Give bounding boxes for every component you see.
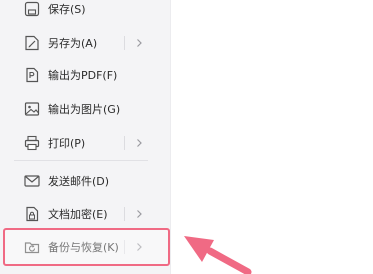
highlight-box (3, 228, 170, 266)
menu-item-label: 保存(S) (48, 3, 86, 16)
menu-item-label: 另存为(A) (48, 37, 98, 50)
menu-item-label: 输出为PDF(F) (48, 69, 118, 82)
menu-separator (14, 160, 148, 161)
menu-item-save-as[interactable]: 另存为(A) (0, 26, 170, 60)
menu-item-export-pdf[interactable]: 输出为PDF(F) (0, 58, 170, 92)
menu-item-label: 打印(P) (48, 137, 86, 150)
document-lock-icon (23, 205, 41, 223)
menu-item-save[interactable]: 保存(S) (0, 0, 170, 26)
menu-item-encrypt[interactable]: 文档加密(E) (0, 197, 170, 231)
pointer-arrow-icon (180, 228, 252, 274)
save-as-icon (23, 34, 41, 52)
submenu-divider (124, 136, 125, 150)
submenu-divider (124, 207, 125, 221)
image-icon (23, 100, 41, 118)
chevron-right-icon[interactable] (134, 138, 144, 148)
menu-item-label: 文档加密(E) (48, 208, 108, 221)
submenu-divider (124, 36, 125, 50)
menu-item-print[interactable]: 打印(P) (0, 126, 170, 160)
chevron-right-icon[interactable] (134, 209, 144, 219)
mail-icon (23, 172, 41, 190)
pdf-icon (23, 66, 41, 84)
menu-item-export-image[interactable]: 输出为图片(G) (0, 92, 170, 126)
printer-icon (23, 134, 41, 152)
menu-item-label: 输出为图片(G) (48, 103, 121, 116)
menu-item-send-mail[interactable]: 发送邮件(D) (0, 164, 170, 198)
menu-item-label: 发送邮件(D) (48, 175, 110, 188)
chevron-right-icon[interactable] (134, 38, 144, 48)
save-icon (23, 0, 41, 18)
screen: 保存(S) 另存为(A) 输出为PDF(F) 输出为图片(G) 打印(P) 发送… (0, 0, 373, 274)
